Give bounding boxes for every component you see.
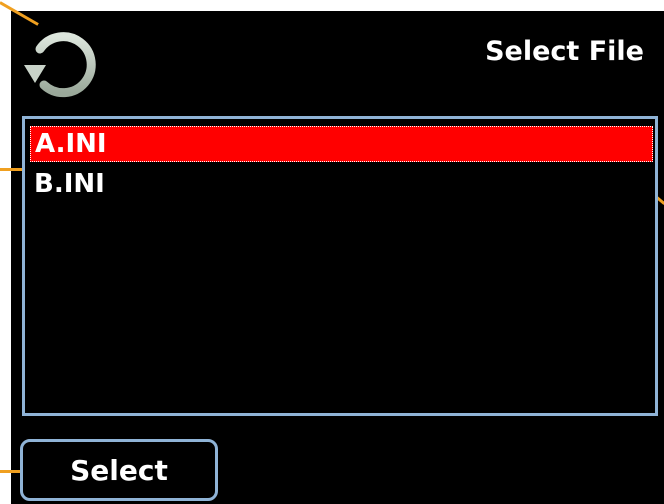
callout-line-file-list: [0, 168, 24, 171]
back-button[interactable]: [22, 27, 102, 101]
circular-arrow-back-icon: [24, 32, 96, 98]
select-button[interactable]: Select: [20, 439, 218, 501]
page-title: Select File: [485, 36, 644, 67]
manual-figure: Select File A.INI B.INI Select: [0, 0, 664, 504]
list-item[interactable]: B.INI: [30, 167, 653, 203]
list-item-selected[interactable]: A.INI: [30, 126, 653, 162]
file-list[interactable]: A.INI B.INI: [22, 116, 658, 416]
